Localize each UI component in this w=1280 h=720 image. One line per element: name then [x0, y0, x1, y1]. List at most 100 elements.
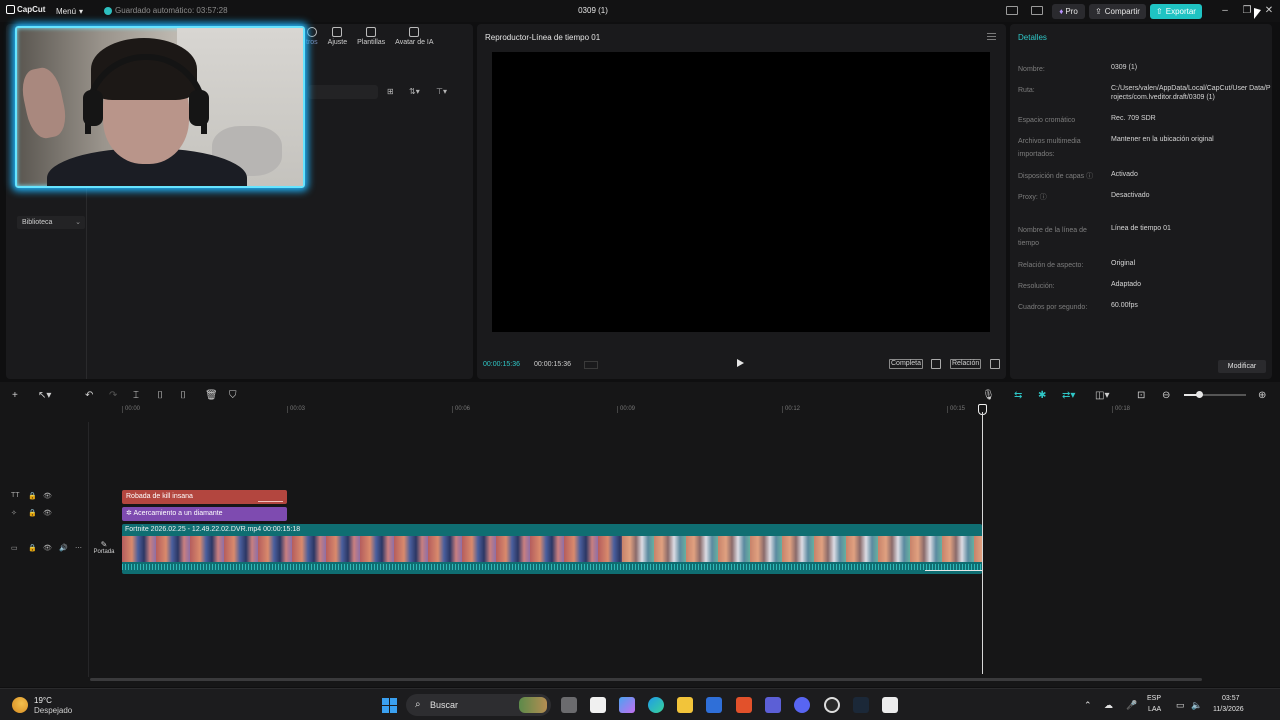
trim-right-icon[interactable]: ⌷: [180, 390, 186, 401]
weather-description[interactable]: Despejado: [34, 706, 72, 715]
library-dropdown[interactable]: Biblioteca ⌄: [17, 216, 85, 229]
more-options-icon[interactable]: ⋯: [75, 544, 82, 552]
trim-left-icon[interactable]: ⌷: [157, 390, 163, 401]
linkage-icon[interactable]: ⇄▾: [1062, 390, 1075, 401]
playhead-line[interactable]: [982, 412, 983, 674]
task-view-icon[interactable]: [561, 697, 577, 713]
grid-view-icon[interactable]: ⊞: [387, 87, 394, 96]
clock-date[interactable]: 11/3/2026: [1213, 706, 1244, 713]
adjust-icon: [332, 27, 343, 37]
total-timecode: 00:00:15:36: [534, 361, 571, 368]
volume-icon[interactable]: 🔈: [1191, 700, 1202, 711]
chevron-down-icon: ▾: [79, 6, 84, 16]
fullscreen-icon[interactable]: [990, 359, 1000, 369]
microphone-tray-icon[interactable]: 🎤: [1126, 700, 1137, 711]
github-icon[interactable]: [824, 697, 840, 713]
magnet-link-icon[interactable]: ⇆: [1014, 390, 1022, 401]
cover-label: Portada: [93, 549, 115, 555]
zoom-slider-handle[interactable]: [1196, 391, 1203, 398]
tab-ai-avatar[interactable]: Avatar de IA: [395, 27, 434, 46]
detail-label: Archivos multimedia importados:: [1018, 138, 1081, 158]
weather-moon-icon[interactable]: [12, 697, 28, 713]
close-button[interactable]: ✕: [1262, 4, 1276, 18]
shortcuts-icon[interactable]: [1031, 6, 1043, 15]
zoom-out-icon[interactable]: ⊖: [1162, 390, 1170, 401]
timeline-ruler[interactable]: 00:00 00:03 00:06 00:09 00:12 00:15 00:1…: [122, 404, 1272, 416]
pro-button[interactable]: ♦ Pro: [1052, 4, 1085, 19]
share-button[interactable]: ⇪ Compartir: [1089, 4, 1146, 19]
network-icon[interactable]: ▭: [1176, 700, 1185, 711]
menu-button[interactable]: Menú ▾: [52, 4, 87, 18]
cloud-icon[interactable]: ☁: [1104, 700, 1113, 711]
headset-earcup-right: [189, 90, 209, 126]
full-quality-button[interactable]: Completa: [889, 359, 923, 369]
video-clip[interactable]: Fortnite 2026.02.25 - 12.49.22.02.DVR.mp…: [122, 524, 982, 574]
teams-icon[interactable]: [765, 697, 781, 713]
effect-track-icon: ✧: [11, 510, 17, 517]
minimize-button[interactable]: –: [1218, 4, 1232, 18]
redo-icon[interactable]: ↷: [109, 390, 117, 401]
tab-adjust[interactable]: Ajuste: [328, 27, 347, 46]
brave-icon[interactable]: [736, 697, 752, 713]
mail-icon[interactable]: [706, 697, 722, 713]
text-clip[interactable]: Robada de kill insana: [122, 490, 287, 504]
language-code[interactable]: ESP: [1147, 695, 1161, 702]
add-track-icon[interactable]: +: [12, 390, 18, 401]
aspect-ratio-button[interactable]: Relación: [950, 359, 982, 369]
restore-button[interactable]: ❐: [1240, 4, 1254, 18]
detail-value: Original: [1111, 260, 1136, 267]
auto-snap-icon[interactable]: ✱: [1038, 390, 1046, 401]
select-tool-icon[interactable]: ↖▾: [38, 390, 51, 401]
mouse-cursor: [1254, 8, 1261, 21]
export-button[interactable]: ⇧ Exportar: [1150, 4, 1202, 19]
media-search-input[interactable]: [308, 85, 378, 99]
eye-icon[interactable]: 👁: [43, 492, 52, 500]
upload-icon: ⇧: [1156, 7, 1163, 16]
shield-icon[interactable]: ⛉: [229, 390, 237, 401]
tab-templates[interactable]: Plantillas: [357, 27, 385, 46]
chevron-up-icon[interactable]: ⌃: [1084, 700, 1092, 711]
search-placeholder: Buscar: [430, 700, 459, 710]
player-panel: Reproductor-Línea de tiempo 01 00:00:15:…: [477, 24, 1006, 379]
timeline-scrollbar[interactable]: [90, 678, 1202, 681]
effect-clip[interactable]: ✲ Acercamiento a un diamante: [122, 507, 287, 521]
eye-icon[interactable]: 👁: [43, 509, 52, 517]
steam-icon[interactable]: [853, 697, 869, 713]
crop-icon[interactable]: [931, 359, 941, 369]
cover-button[interactable]: ✎ Portada: [91, 540, 117, 562]
detail-value: Desactivado: [1111, 192, 1150, 199]
sort-icon[interactable]: ⇅▾: [409, 87, 420, 96]
capcut-taskbar-icon[interactable]: [882, 697, 898, 713]
store-icon[interactable]: [590, 697, 606, 713]
delete-icon[interactable]: 🗑: [205, 390, 218, 401]
copilot-icon[interactable]: [619, 697, 635, 713]
windows-start-icon[interactable]: [382, 698, 397, 713]
split-view-icon[interactable]: ◫▾: [1095, 390, 1109, 401]
keyboard-layout[interactable]: LAA: [1148, 706, 1161, 713]
file-explorer-icon[interactable]: [677, 697, 693, 713]
lock-icon[interactable]: 🔒: [28, 492, 37, 500]
video-viewport[interactable]: [492, 52, 990, 332]
clock-time[interactable]: 03:57: [1222, 695, 1240, 702]
lock-icon[interactable]: 🔒: [28, 509, 37, 517]
lock-icon[interactable]: 🔒: [28, 544, 37, 552]
weather-temperature[interactable]: 19°C: [34, 696, 52, 705]
preview-axis-icon[interactable]: ⊡: [1137, 390, 1145, 401]
cloud-check-icon: [104, 6, 112, 15]
hamburger-menu-icon[interactable]: [987, 33, 996, 40]
split-icon[interactable]: ⌶: [133, 390, 139, 401]
layout-icon[interactable]: [1006, 6, 1018, 15]
speaker-icon[interactable]: 🔊: [59, 544, 68, 552]
edge-icon[interactable]: [648, 697, 664, 713]
modify-button[interactable]: Modificar: [1218, 360, 1266, 373]
filter-icon[interactable]: ⊤▾: [436, 87, 447, 96]
zoom-in-icon[interactable]: ⊕: [1258, 390, 1266, 401]
tab-filters[interactable]: tros: [306, 27, 318, 46]
discord-icon[interactable]: [794, 697, 810, 713]
undo-icon[interactable]: ↶: [85, 390, 93, 401]
eye-icon[interactable]: 👁: [43, 544, 52, 552]
play-icon[interactable]: [737, 359, 744, 367]
microphone-icon[interactable]: 🎙: [982, 390, 995, 401]
taskbar-search[interactable]: ⌕ Buscar: [406, 694, 551, 716]
zoom-slider[interactable]: [1184, 394, 1246, 396]
